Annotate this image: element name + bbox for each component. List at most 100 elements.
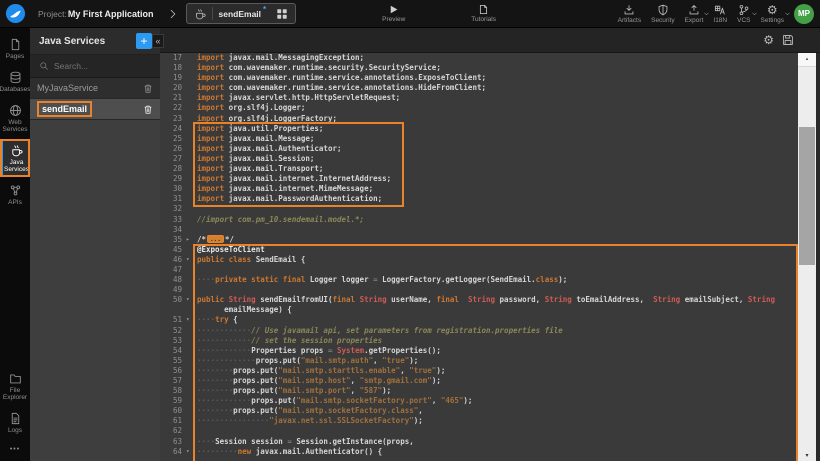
line-number: 35 bbox=[160, 235, 186, 245]
settings-gear-icon: ⚙ bbox=[767, 4, 778, 16]
code-segment: new bbox=[238, 447, 252, 457]
artifacts-button[interactable]: Artifacts bbox=[613, 4, 646, 24]
collapsed-comment-badge[interactable]: ... bbox=[207, 235, 224, 243]
fold-gutter bbox=[186, 366, 197, 376]
add-service-button[interactable]: + bbox=[136, 33, 152, 49]
service-list: MyJavaService sendEmail bbox=[30, 78, 160, 120]
fold-marker-icon[interactable]: ▾ bbox=[186, 295, 197, 305]
sidebar-item-apis[interactable]: APIs bbox=[0, 179, 30, 210]
line-number: 28 bbox=[160, 164, 186, 174]
code-segment: javax.mail.Authenticator() { bbox=[251, 447, 382, 457]
grid-icon[interactable] bbox=[276, 8, 288, 20]
code-line: 48····private static final Logger logger… bbox=[160, 275, 798, 285]
sidebar-item-label: Java Services bbox=[3, 159, 30, 173]
code-segment: class bbox=[536, 275, 559, 285]
fold-marker-icon[interactable]: ▸ bbox=[186, 235, 197, 245]
export-upload-icon bbox=[688, 4, 700, 16]
code-segment: public bbox=[197, 295, 229, 305]
line-number: 24 bbox=[160, 124, 186, 134]
save-file-icon[interactable] bbox=[782, 34, 794, 46]
code-line: 57········props.put("mail.smtp.host", "s… bbox=[160, 376, 798, 386]
project-breadcrumb[interactable]: Project:My First Application bbox=[38, 9, 154, 19]
export-button[interactable]: Export bbox=[680, 4, 709, 24]
line-number: 32 bbox=[160, 204, 186, 214]
code-segment: ········ bbox=[197, 366, 233, 376]
code-segment: ············ bbox=[197, 346, 251, 356]
code-segment: org.slf4j.Logger; bbox=[224, 103, 305, 113]
scroll-up-button[interactable]: ▴ bbox=[798, 53, 816, 67]
delete-service-button[interactable] bbox=[143, 104, 153, 115]
scrollbar-thumb[interactable] bbox=[799, 127, 815, 265]
editor-settings-gear-icon[interactable]: ⚙ bbox=[763, 34, 774, 46]
settings-button[interactable]: ⚙Settings bbox=[756, 4, 790, 24]
code-segment: = bbox=[287, 437, 296, 447]
sidebar-item-web-services[interactable]: Web Services bbox=[0, 99, 30, 137]
action-label: Export bbox=[685, 17, 704, 24]
delete-service-button[interactable] bbox=[143, 83, 153, 94]
line-number: 56 bbox=[160, 366, 186, 376]
line-number: 26 bbox=[160, 144, 186, 154]
tab-label: sendEmail bbox=[219, 9, 262, 19]
code-segment: ···· bbox=[197, 437, 215, 447]
i18n-button[interactable]: I18N bbox=[708, 4, 732, 24]
wavemaker-logo-icon[interactable] bbox=[0, 0, 30, 28]
service-name: sendEmail bbox=[37, 101, 92, 117]
search-input[interactable] bbox=[54, 61, 140, 71]
fold-gutter bbox=[186, 174, 197, 184]
code-segment: final bbox=[332, 295, 359, 305]
code-segment: import bbox=[197, 164, 224, 174]
sidebar-more-button[interactable]: ••• bbox=[0, 440, 30, 461]
sidebar-item-label: Logs bbox=[8, 427, 22, 434]
code-line: 34 bbox=[160, 225, 798, 235]
code-segment: ); bbox=[436, 366, 445, 376]
databases-icon bbox=[9, 71, 22, 84]
code-segment: "587" bbox=[360, 386, 383, 396]
collapse-panel-button[interactable]: « bbox=[152, 34, 164, 48]
sidebar-item-pages[interactable]: Pages bbox=[0, 33, 30, 64]
service-list-item-myjavaservice[interactable]: MyJavaService bbox=[30, 78, 160, 99]
code-segment: ); bbox=[558, 275, 567, 285]
preview-button[interactable]: Preview bbox=[382, 4, 405, 23]
tutorials-button[interactable]: Tutorials bbox=[471, 4, 496, 23]
editor-scrollbar[interactable]: ▴ ▾ bbox=[798, 53, 816, 461]
tab-sendemail[interactable]: sendEmail * bbox=[186, 3, 297, 24]
line-number bbox=[160, 305, 186, 315]
code-segment: import bbox=[197, 144, 224, 154]
code-segment: props.put( bbox=[233, 386, 278, 396]
fold-gutter bbox=[186, 426, 197, 436]
code-area[interactable]: 17import javax.mail.MessagingException;1… bbox=[160, 53, 798, 461]
artifacts-download-icon bbox=[623, 4, 635, 16]
file-explorer-icon bbox=[9, 372, 22, 385]
vcs-button[interactable]: VCS bbox=[732, 4, 755, 24]
fold-marker-icon[interactable]: ▾ bbox=[186, 447, 197, 457]
code-segment: final bbox=[436, 295, 468, 305]
sidebar-item-databases[interactable]: Databases bbox=[0, 66, 30, 97]
sidebar-item-logs[interactable]: Logs bbox=[0, 407, 30, 438]
java-services-panel: Java Services + MyJavaServicesendEmail bbox=[30, 28, 160, 461]
code-segment: "true" bbox=[382, 356, 409, 366]
code-segment: com.wavemaker.runtime.service.annotation… bbox=[224, 83, 486, 93]
sidebar-item-label: APIs bbox=[8, 199, 22, 206]
code-segment: Session session bbox=[215, 437, 287, 447]
code-editor[interactable]: ⚙ 17import javax.mail.MessagingException… bbox=[160, 28, 820, 461]
line-number: 60 bbox=[160, 406, 186, 416]
service-list-item-sendemail[interactable]: sendEmail bbox=[30, 99, 160, 120]
security-shield-icon bbox=[657, 4, 669, 16]
user-avatar[interactable]: MP bbox=[794, 4, 814, 24]
fold-marker-icon[interactable]: ▾ bbox=[186, 315, 197, 325]
fold-gutter bbox=[186, 275, 197, 285]
header-actions: ArtifactsSecurity Export I18NVCS⚙Settings bbox=[613, 4, 789, 24]
code-line: 17import javax.mail.MessagingException; bbox=[160, 53, 798, 63]
security-button[interactable]: Security bbox=[646, 4, 679, 24]
service-search[interactable] bbox=[30, 55, 160, 78]
search-icon bbox=[39, 61, 49, 71]
fold-gutter bbox=[186, 346, 197, 356]
code-segment: = bbox=[373, 275, 382, 285]
sidebar-item-file-explorer[interactable]: File Explorer bbox=[0, 367, 30, 405]
fold-gutter bbox=[186, 416, 197, 426]
code-line: 35▸/*...*/ bbox=[160, 235, 798, 245]
code-segment: ········ bbox=[197, 406, 233, 416]
fold-marker-icon[interactable]: ▾ bbox=[186, 255, 197, 265]
sidebar-item-java-services[interactable]: Java Services bbox=[0, 139, 30, 177]
code-line: 32 bbox=[160, 204, 798, 214]
